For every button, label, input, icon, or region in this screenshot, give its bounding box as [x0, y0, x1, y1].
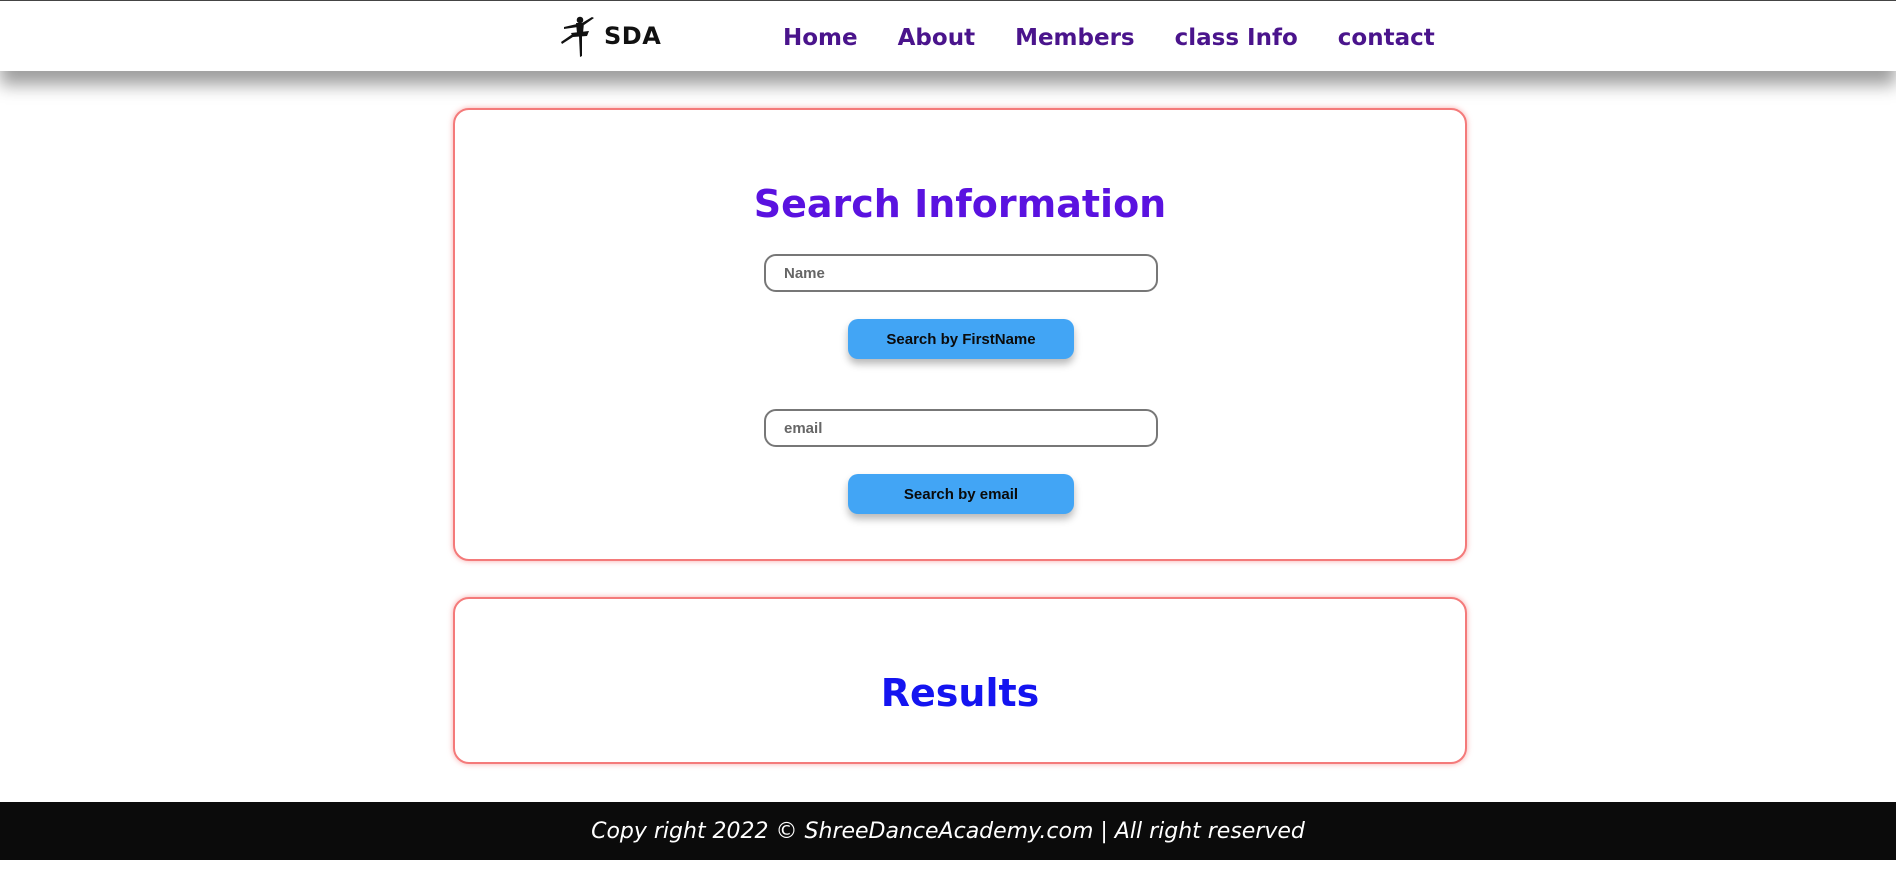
- nav-link-home[interactable]: Home: [783, 19, 858, 57]
- nav-link-about[interactable]: About: [898, 19, 975, 57]
- search-by-firstname-button[interactable]: Search by FirstName: [848, 319, 1074, 359]
- search-by-email-button[interactable]: Search by email: [848, 474, 1074, 514]
- name-search-input[interactable]: [764, 254, 1158, 292]
- nav-link-members[interactable]: Members: [1015, 19, 1135, 57]
- footer: Copy right 2022 © ShreeDanceAcademy.com …: [0, 802, 1896, 860]
- nav-link-contact[interactable]: contact: [1338, 19, 1435, 57]
- page: SDA Home About Members class Info contac…: [0, 0, 1896, 872]
- search-card: Search Information Search by FirstName S…: [453, 108, 1467, 561]
- search-card-title: Search Information: [753, 182, 1167, 226]
- results-card: Results: [453, 597, 1467, 764]
- brand[interactable]: SDA: [556, 14, 661, 58]
- main-nav: Home About Members class Info contact: [783, 19, 1475, 57]
- ballerina-silhouette-icon: [561, 16, 594, 57]
- bottom-strip: [0, 860, 1896, 872]
- nav-link-class-info[interactable]: class Info: [1175, 19, 1298, 57]
- top-navbar: SDA Home About Members class Info contac…: [0, 0, 1896, 71]
- brand-name: SDA: [604, 22, 662, 50]
- copyright-text: Copy right 2022 © ShreeDanceAcademy.com …: [591, 818, 1305, 844]
- results-title: Results: [880, 671, 1040, 715]
- email-search-input[interactable]: [764, 409, 1158, 447]
